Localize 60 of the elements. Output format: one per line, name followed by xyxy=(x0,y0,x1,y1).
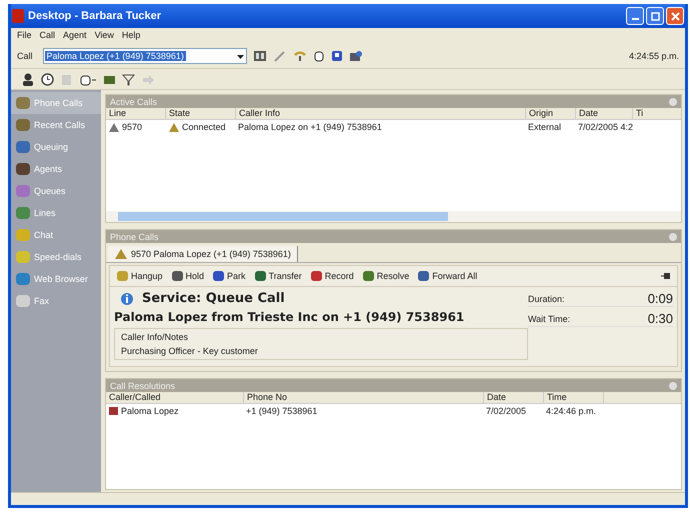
column-header[interactable]: Caller/Called xyxy=(106,392,244,403)
clock-time: 4:24:55 p.m. xyxy=(628,51,679,61)
toolbar-button[interactable]: Forward All xyxy=(417,270,478,282)
table-cell-text: +1 (949) 7538961 xyxy=(245,406,318,416)
column-header[interactable]: Time xyxy=(544,392,604,403)
column-header[interactable]: Origin xyxy=(526,108,576,119)
column-header[interactable]: Date xyxy=(484,392,544,403)
toolbar-button[interactable]: Hold xyxy=(170,270,204,282)
column-header[interactable]: Ti xyxy=(633,108,681,119)
duration-value: 0:09 xyxy=(648,291,673,306)
notes-text: Purchasing Officer - Key customer xyxy=(121,346,259,356)
panel-title: Call Resolutions xyxy=(110,380,176,390)
minimize-icon xyxy=(632,18,638,20)
call-label: Call xyxy=(17,51,33,61)
wait-time-label: Wait Time: xyxy=(528,314,570,324)
toolbar-button[interactable]: Transfer xyxy=(254,270,302,282)
call-tab[interactable]: 9570 Paloma Lopez (+1 (949) 7538961) xyxy=(108,246,298,262)
call-combo-box[interactable]: Paloma Lopez (+1 (949) 7538961) xyxy=(42,48,247,64)
table-cell-text: 7/02/2005 xyxy=(485,406,528,416)
table-cell: Connected xyxy=(166,122,236,132)
table-cell: 9570 xyxy=(106,122,166,132)
funnel-icon[interactable] xyxy=(122,72,135,86)
menu-item[interactable]: View xyxy=(94,30,114,42)
close-button[interactable] xyxy=(666,7,684,25)
menu-item[interactable]: File xyxy=(17,30,32,42)
horizontal-scrollbar[interactable] xyxy=(106,211,681,222)
column-header[interactable]: Caller Info xyxy=(236,108,526,119)
menu-item[interactable]: Call xyxy=(40,30,56,42)
menu-item[interactable]: Agent xyxy=(63,30,87,42)
column-header[interactable]: Date xyxy=(576,108,633,119)
column-header[interactable]: Line xyxy=(106,108,166,119)
table-cell: Paloma Lopez xyxy=(106,406,244,416)
table-cell-text: External xyxy=(527,122,562,132)
toolbar-button[interactable]: Resolve xyxy=(362,270,410,282)
maximize-button[interactable] xyxy=(646,7,664,25)
pin-icon[interactable] xyxy=(661,272,671,280)
close-icon xyxy=(670,12,680,20)
caller-heading: Paloma Lopez from Trieste Inc on +1 (949) 7538961 xyxy=(114,310,466,324)
service-title: Service: Queue Call xyxy=(142,291,285,306)
panel-title: Active Calls xyxy=(110,96,158,106)
toolbar-button[interactable]: Park xyxy=(212,270,246,282)
wait-time-value: 0:30 xyxy=(648,311,673,326)
app-logo-icon xyxy=(12,9,24,23)
table-cell-text: 7/02/2005 4:2 xyxy=(577,122,633,132)
resolution-icon xyxy=(108,406,119,416)
info-icon xyxy=(120,292,134,306)
column-header[interactable]: Phone No xyxy=(244,392,484,403)
column-header[interactable]: State xyxy=(166,108,236,119)
toolbar-button[interactable]: Record xyxy=(310,270,354,282)
duration-label: Duration: xyxy=(528,294,565,304)
notes-label: Caller Info/Notes xyxy=(121,332,190,342)
minimize-button[interactable] xyxy=(626,7,644,25)
window-title: Desktop - Barbara Tucker xyxy=(28,10,162,22)
address-book-icon[interactable] xyxy=(252,50,267,62)
table-cell-text: 4:24:46 p.m. xyxy=(545,406,598,416)
maximize-icon xyxy=(650,12,660,20)
table-cell-text: Paloma Lopez on +1 (949) 7538961 xyxy=(237,122,383,132)
menu-item[interactable]: Help xyxy=(122,30,140,42)
toolbar-button[interactable]: Hangup xyxy=(116,270,163,282)
panel-title: Phone Calls xyxy=(110,232,159,242)
